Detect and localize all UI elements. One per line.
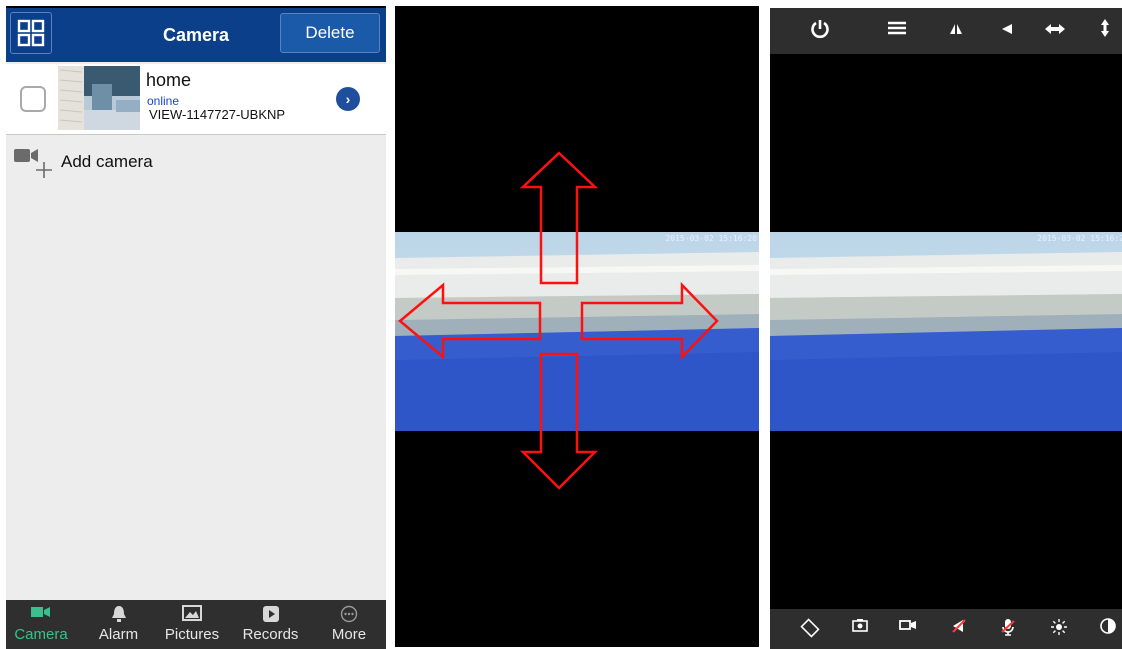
camera-name: home xyxy=(146,70,192,90)
tab-alarm[interactable]: Alarm xyxy=(86,600,151,649)
speaker-left-icon xyxy=(1002,24,1012,34)
top-toolbar xyxy=(770,8,1122,54)
mic-button[interactable] xyxy=(996,618,1020,642)
camera-status: online xyxy=(147,94,180,108)
video-feed[interactable]: 2015-03-02 15:16:20 xyxy=(395,232,759,431)
tab-camera[interactable]: Camera xyxy=(6,600,76,649)
add-camera-button[interactable]: Add camera xyxy=(6,142,386,182)
brightness-icon xyxy=(1051,619,1067,635)
brightness-button[interactable] xyxy=(1047,618,1071,642)
rotate-icon xyxy=(800,618,820,638)
more-icon xyxy=(340,605,358,623)
tab-records[interactable]: Records xyxy=(233,600,308,649)
flip-vertical-arrows-icon xyxy=(1101,19,1109,37)
record-button[interactable] xyxy=(896,618,920,642)
power-icon xyxy=(811,20,829,39)
mute-button[interactable] xyxy=(947,618,971,642)
record-icon xyxy=(899,620,916,630)
header-bar: Camera Delete xyxy=(6,8,386,62)
picture-icon xyxy=(182,605,202,621)
tab-pictures[interactable]: Pictures xyxy=(151,600,233,649)
grid-view-button[interactable] xyxy=(10,12,52,54)
menu-icon xyxy=(888,21,906,35)
menu-button[interactable] xyxy=(884,19,910,43)
bottom-tab-bar: Camera Alarm Pictures Records More xyxy=(6,600,386,649)
camera-list-screen: Camera Delete home online VIEW-1147727-U… xyxy=(6,6,386,649)
tab-more[interactable]: More xyxy=(312,600,386,649)
camera-list-item[interactable]: home online VIEW-1147727-UBKNP › xyxy=(6,64,386,135)
mirror-horizontal-button[interactable] xyxy=(1042,19,1068,43)
camera-id: VIEW-1147727-UBKNP xyxy=(149,107,286,122)
delete-button[interactable]: Delete xyxy=(280,13,380,53)
ptz-control-screen[interactable]: 2015-03-02 15:16:20 xyxy=(395,6,759,647)
play-icon xyxy=(262,606,279,622)
left-button[interactable] xyxy=(994,19,1020,43)
mic-off-icon xyxy=(1001,619,1015,636)
video-timestamp: 2015-03-02 15:16:20 xyxy=(665,234,757,243)
video-timestamp: 2015-03-02 15:16:2 xyxy=(1037,234,1122,243)
snapshot-icon xyxy=(852,619,868,632)
live-view-screen: 2015-03-02 15:16:2 xyxy=(770,8,1122,649)
flip-button[interactable] xyxy=(1092,19,1118,43)
mute-icon xyxy=(952,619,966,633)
add-camera-label: Add camera xyxy=(61,152,153,171)
flip-vertical-icon xyxy=(950,24,962,34)
video-feed[interactable]: 2015-03-02 15:16:2 xyxy=(770,232,1122,431)
bottom-toolbar xyxy=(770,609,1122,649)
contrast-button[interactable] xyxy=(1096,618,1120,642)
power-button[interactable] xyxy=(807,19,833,43)
snapshot-button[interactable] xyxy=(848,618,872,642)
chevron-right-icon[interactable]: › xyxy=(336,87,360,111)
rotate-button[interactable] xyxy=(798,618,822,642)
camera-thumbnail xyxy=(58,66,140,130)
grid-icon xyxy=(17,19,45,47)
video-camera-icon xyxy=(31,607,50,617)
select-checkbox[interactable] xyxy=(20,86,46,112)
contrast-icon xyxy=(1100,618,1116,634)
bell-icon xyxy=(111,606,126,622)
flip-vertical-button[interactable] xyxy=(943,19,969,43)
add-camera-icon xyxy=(14,149,52,178)
mirror-horizontal-icon xyxy=(1045,24,1065,34)
